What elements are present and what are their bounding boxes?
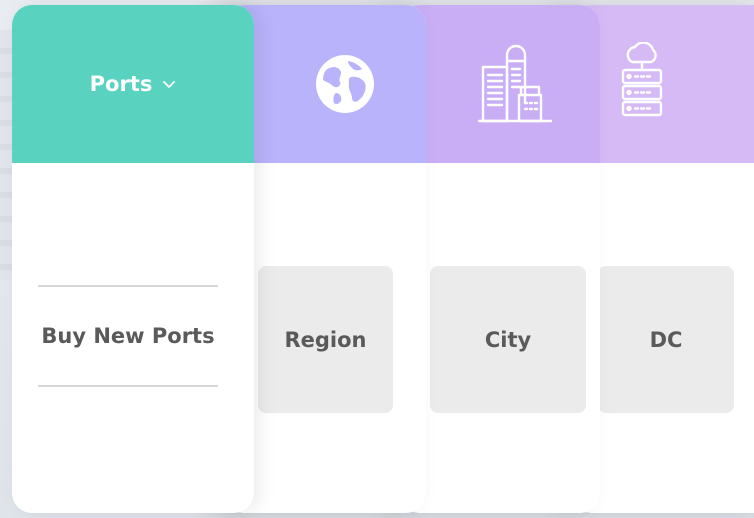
- city-card-header: [400, 5, 600, 163]
- ports-dropdown-toggle[interactable]: Ports: [90, 72, 177, 96]
- region-card[interactable]: Region: [224, 5, 426, 513]
- chevron-down-icon: [163, 81, 176, 88]
- buildings-icon: [477, 44, 553, 123]
- buy-new-ports-button[interactable]: Buy New Ports: [38, 287, 218, 385]
- buy-new-ports-section: Buy New Ports: [38, 285, 218, 387]
- bottom-divider: [38, 385, 218, 387]
- city-card[interactable]: City: [400, 5, 600, 513]
- region-card-header: [224, 5, 426, 163]
- dc-option[interactable]: DC: [598, 266, 734, 413]
- globe-icon: [316, 55, 374, 113]
- ports-card: Ports Buy New Ports: [12, 5, 254, 513]
- ports-card-header: Ports: [12, 5, 254, 163]
- dc-label: DC: [649, 327, 683, 352]
- city-option[interactable]: City: [430, 266, 586, 413]
- region-label: Region: [284, 327, 367, 352]
- ports-dropdown-label: Ports: [89, 72, 153, 96]
- port-selection-cards: DC City Region Ports Buy New Ports: [12, 5, 754, 513]
- region-option[interactable]: Region: [258, 266, 393, 413]
- city-label: City: [484, 327, 532, 352]
- server-rack-icon: [621, 42, 663, 117]
